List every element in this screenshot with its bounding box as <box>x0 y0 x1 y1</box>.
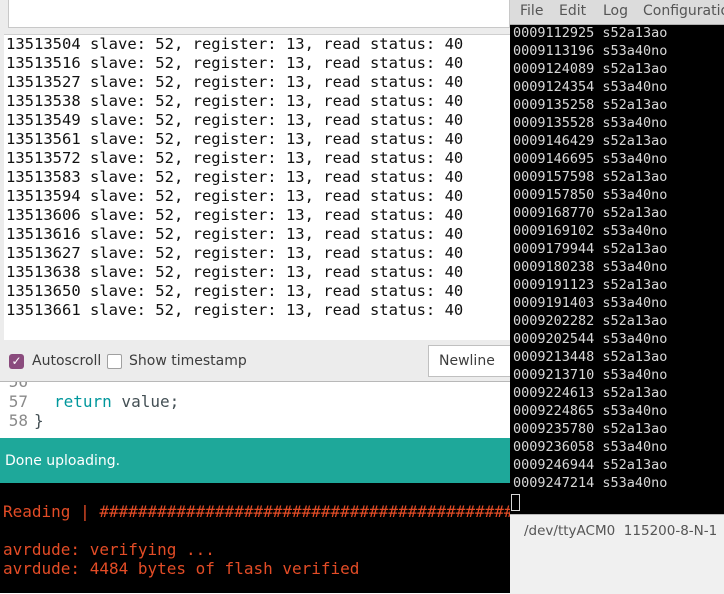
terminal-line: 0009202282 s52a13ao <box>513 313 668 329</box>
terminal-window: File Edit Log Configuration 0009112925 s… <box>510 0 724 594</box>
code-text: value; <box>111 392 180 411</box>
menu-configuration[interactable]: Configuration <box>643 3 724 19</box>
serial-output-line: 13513549 slave: 52, register: 13, read s… <box>6 111 464 129</box>
serial-output-line: 13513516 slave: 52, register: 13, read s… <box>6 54 464 72</box>
ide-console[interactable]: Reading | ##############################… <box>0 483 512 593</box>
terminal-line: 0009191403 s53a40no <box>513 295 668 311</box>
serial-monitor-window: 13513504 slave: 52, register: 13, read s… <box>0 0 512 382</box>
terminal-line: 0009157850 s53a40no <box>513 187 668 203</box>
serial-output-line: 13513561 slave: 52, register: 13, read s… <box>6 130 464 148</box>
terminal-line: 0009169102 s53a40no <box>513 223 668 239</box>
code-editor[interactable]: 56 57 58 return value; } <box>0 372 512 438</box>
terminal-line: 0009113196 s53a40no <box>513 43 668 59</box>
terminal-line: 0009202544 s53a40no <box>513 331 668 347</box>
menu-file[interactable]: File <box>520 3 543 19</box>
serial-send-input[interactable] <box>8 0 510 28</box>
terminal-line: 0009213710 s53a40no <box>513 367 668 383</box>
terminal-cursor <box>511 494 520 511</box>
terminal-menubar: File Edit Log Configuration <box>510 0 724 25</box>
line-number: 57 <box>8 392 28 411</box>
line-number: 58 <box>8 411 28 430</box>
terminal-line: 0009180238 s53a40no <box>513 259 668 275</box>
port-status: /dev/ttyACM0 115200-8-N-1 <box>524 523 717 539</box>
terminal-line: 0009247214 s53a40no <box>513 475 668 491</box>
serial-output-line: 13513606 slave: 52, register: 13, read s… <box>6 206 464 224</box>
serial-output-line: 13513638 slave: 52, register: 13, read s… <box>6 263 464 281</box>
serial-output-line: 13513661 slave: 52, register: 13, read s… <box>6 301 464 319</box>
terminal-line: 0009146695 s53a40no <box>513 151 668 167</box>
port-config: 115200-8-N-1 <box>623 523 718 539</box>
terminal-line: 0009124354 s53a40no <box>513 79 668 95</box>
terminal-line: 0009135258 s52a13ao <box>513 97 668 113</box>
serial-output-line: 13513504 slave: 52, register: 13, read s… <box>6 35 464 53</box>
terminal-line: 0009135528 s53a40no <box>513 115 668 131</box>
terminal-line: 0009246944 s52a13ao <box>513 457 668 473</box>
serial-output-area[interactable]: 13513504 slave: 52, register: 13, read s… <box>4 34 512 340</box>
terminal-line: 0009157598 s52a13ao <box>513 169 668 185</box>
code-keyword: return <box>54 392 112 411</box>
show-timestamp-checkbox[interactable] <box>107 354 122 369</box>
serial-output-line: 13513627 slave: 52, register: 13, read s… <box>6 244 464 262</box>
serial-controls: ✓ Autoscroll Show timestamp Newline <box>0 340 512 382</box>
terminal-line: 0009179944 s52a13ao <box>513 241 668 257</box>
console-line: Reading | ##############################… <box>3 502 512 521</box>
console-line: avrdude: 4484 bytes of flash verified <box>3 559 360 578</box>
upload-status-text: Done uploading. <box>5 453 121 469</box>
terminal-line: 0009112925 s52a13ao <box>513 25 668 41</box>
serial-output-line: 13513527 slave: 52, register: 13, read s… <box>6 73 464 91</box>
serial-output-line: 13513572 slave: 52, register: 13, read s… <box>6 149 464 167</box>
serial-output-line: 13513594 slave: 52, register: 13, read s… <box>6 187 464 205</box>
serial-output-line: 13513650 slave: 52, register: 13, read s… <box>6 282 464 300</box>
terminal-statusbar: /dev/ttyACM0 115200-8-N-1 <box>510 514 724 594</box>
port-name: /dev/ttyACM0 <box>524 523 616 539</box>
terminal-line: 0009146429 s52a13ao <box>513 133 668 149</box>
menu-log[interactable]: Log <box>603 3 628 19</box>
console-line: avrdude: verifying ... <box>3 540 215 559</box>
terminal-line: 0009124089 s52a13ao <box>513 61 668 77</box>
autoscroll-label: Autoscroll <box>32 353 102 369</box>
terminal-line: 0009168770 s52a13ao <box>513 205 668 221</box>
line-ending-value: Newline <box>439 353 495 369</box>
terminal-line: 0009235780 s52a13ao <box>513 421 668 437</box>
menu-edit[interactable]: Edit <box>559 3 586 19</box>
terminal-line: 0009213448 s52a13ao <box>513 349 668 365</box>
terminal-line: 0009191123 s52a13ao <box>513 277 668 293</box>
code-line: return value; <box>54 392 179 411</box>
checkmark-icon: ✓ <box>11 354 22 368</box>
terminal-line: 0009224613 s52a13ao <box>513 385 668 401</box>
line-ending-select[interactable]: Newline <box>428 345 512 377</box>
autoscroll-checkbox[interactable]: ✓ <box>9 354 24 369</box>
serial-output-line: 13513583 slave: 52, register: 13, read s… <box>6 168 464 186</box>
show-timestamp-label: Show timestamp <box>129 353 247 369</box>
terminal-line: 0009224865 s53a40no <box>513 403 668 419</box>
serial-output-line: 13513616 slave: 52, register: 13, read s… <box>6 225 464 243</box>
serial-output-line: 13513538 slave: 52, register: 13, read s… <box>6 92 464 110</box>
ide-status-bar: Done uploading. <box>0 438 512 483</box>
terminal-output[interactable]: 0009112925 s52a13ao 0009113196 s53a40no 00… <box>510 24 724 514</box>
terminal-line: 0009236058 s53a40no <box>513 439 668 455</box>
code-line: } <box>34 411 44 430</box>
